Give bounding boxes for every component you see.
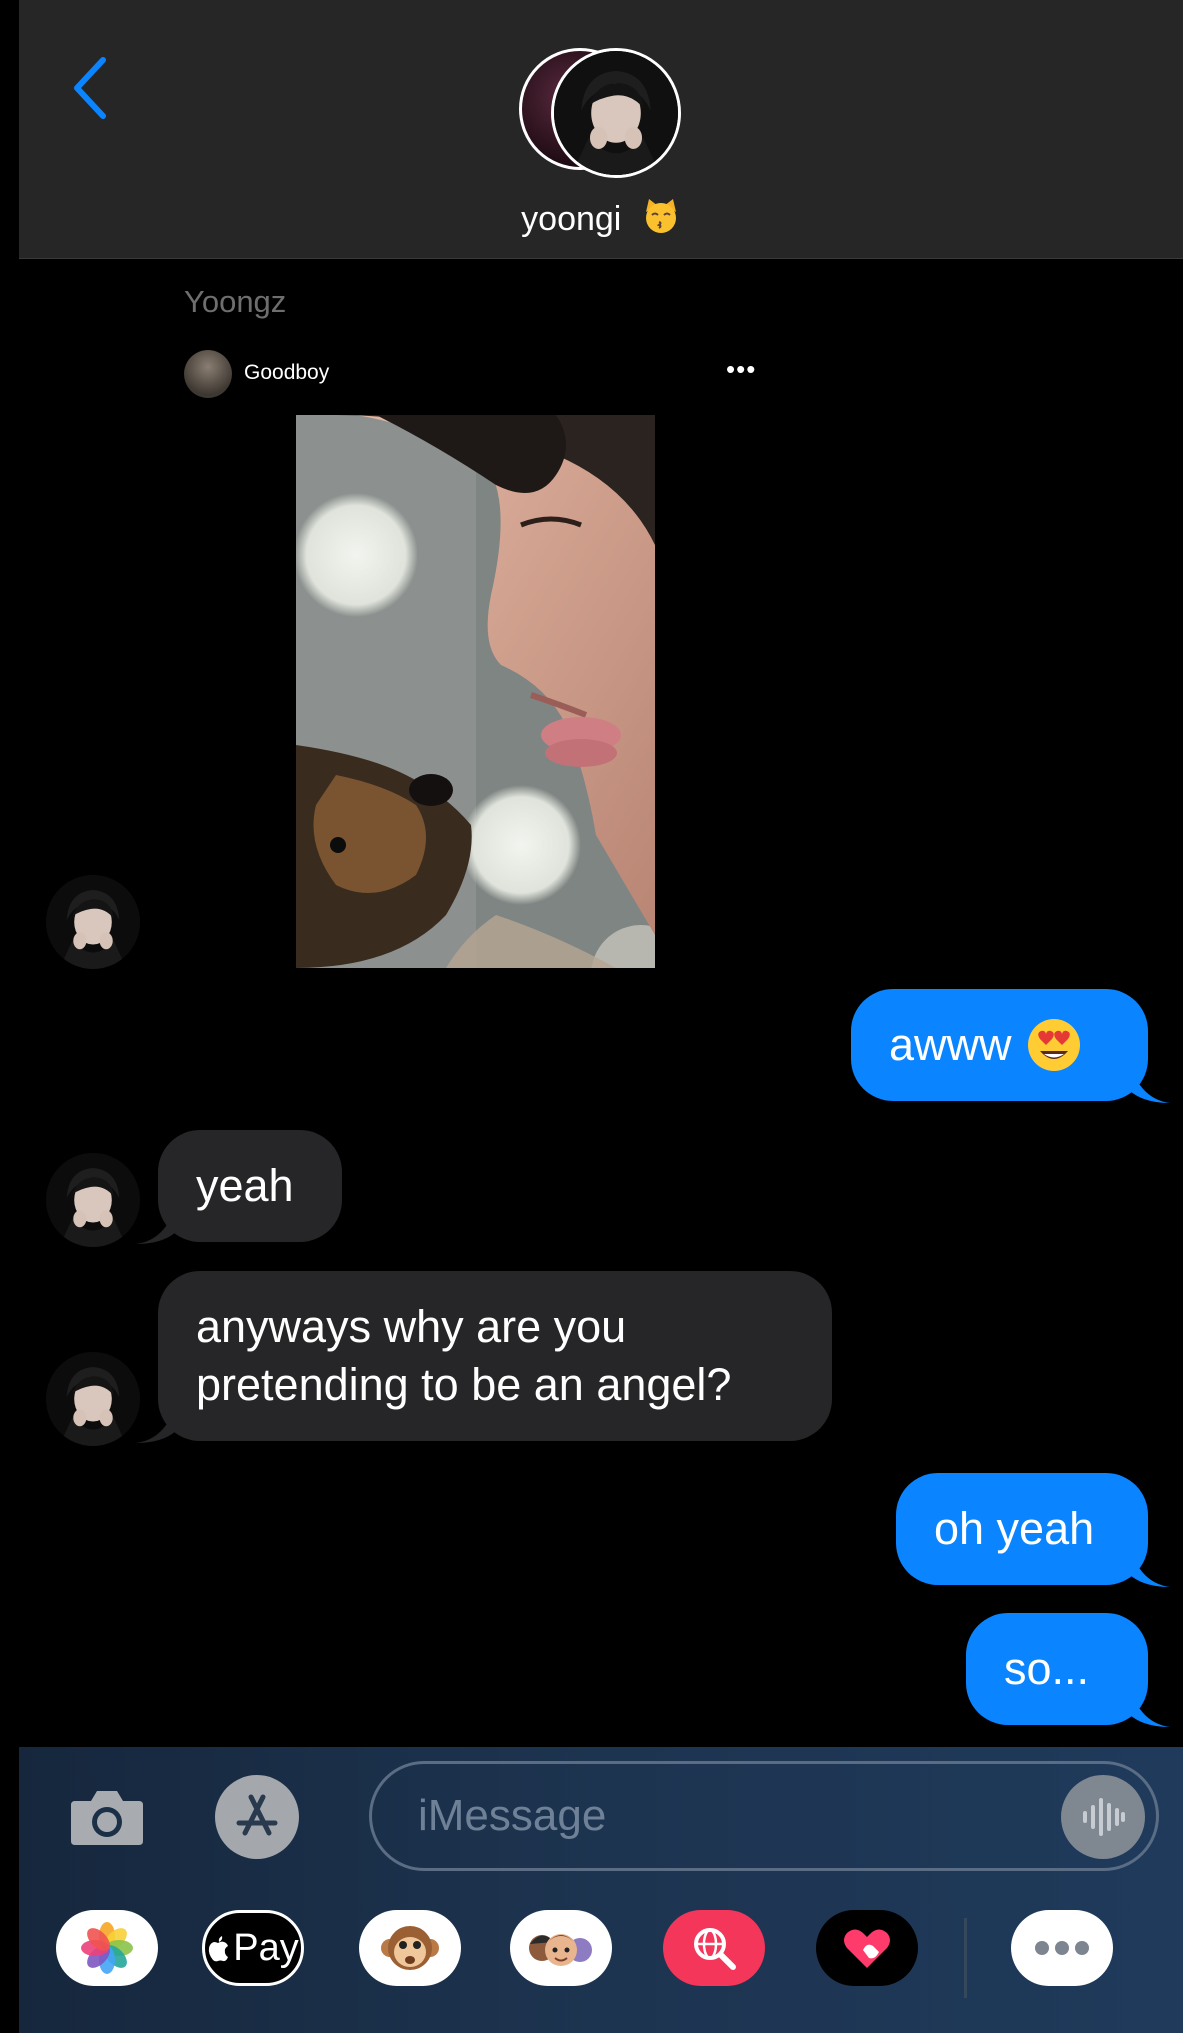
globe-search-icon xyxy=(694,1928,736,1970)
ellipsis-icon[interactable]: ••• xyxy=(726,354,756,385)
app-store-icon xyxy=(236,1794,278,1836)
kissing-cat-face-icon xyxy=(645,199,676,233)
bubble-tail xyxy=(1130,1687,1170,1727)
post-author-avatar[interactable] xyxy=(184,350,232,398)
monkey-animoji-icon xyxy=(381,1926,439,1970)
memoji-app-button[interactable] xyxy=(510,1910,612,1986)
conversation-header: yoongi xyxy=(19,0,1183,259)
memoji-icon xyxy=(529,1934,592,1966)
message-text: oh yeah xyxy=(934,1503,1095,1554)
more-apps-icon xyxy=(1035,1941,1089,1955)
contact-name[interactable]: yoongi xyxy=(19,196,1183,239)
bubble-tail xyxy=(136,1204,176,1244)
incoming-message[interactable]: anyways why are you pretending to be an … xyxy=(136,1271,832,1443)
chevron-left-icon xyxy=(74,57,106,119)
bubble-tail xyxy=(136,1403,176,1443)
shared-post-header[interactable]: Goodboy ••• xyxy=(184,350,764,400)
post-username[interactable]: Goodboy xyxy=(244,361,329,385)
outgoing-message[interactable]: so... xyxy=(966,1613,1170,1727)
sender-name: Yoongz xyxy=(184,284,287,319)
audio-waveform-icon xyxy=(1083,1798,1125,1836)
camera-icon xyxy=(71,1791,143,1845)
message-text: so... xyxy=(1004,1643,1090,1694)
outgoing-message[interactable]: awww xyxy=(851,989,1170,1103)
group-avatar[interactable] xyxy=(519,48,699,178)
sender-avatar[interactable] xyxy=(46,875,140,969)
app-drawer-divider xyxy=(964,1918,967,1998)
shared-post-image[interactable] xyxy=(296,415,655,968)
more-apps-button[interactable] xyxy=(1011,1910,1113,1986)
contact-name-text: yoongi xyxy=(521,200,622,238)
post-photo xyxy=(296,415,655,968)
heart-touch-icon xyxy=(844,1929,890,1968)
apple-pay-icon xyxy=(209,1936,229,1962)
audio-message-button[interactable] xyxy=(1061,1775,1145,1859)
sender-avatar[interactable] xyxy=(46,1352,140,1446)
digital-touch-app-button[interactable] xyxy=(816,1910,918,1986)
app-drawer: Pay xyxy=(19,1910,1183,2020)
avatar-photo xyxy=(46,875,140,969)
message-text: anyways why are you pretending to be an … xyxy=(196,1301,732,1410)
bubble-tail xyxy=(1130,1547,1170,1587)
compose-bar: Pay xyxy=(19,1747,1183,2033)
message-text: yeah xyxy=(196,1160,294,1211)
bubble-tail xyxy=(1130,1063,1170,1103)
photos-icon xyxy=(81,1922,133,1974)
avatar-primary xyxy=(551,48,681,178)
apple-pay-button[interactable]: Pay xyxy=(202,1910,304,1986)
incoming-message[interactable]: yeah xyxy=(136,1130,342,1244)
message-input[interactable] xyxy=(369,1761,1159,1871)
images-search-app-button[interactable] xyxy=(663,1910,765,1986)
message-text: awww xyxy=(889,1019,1012,1070)
camera-button[interactable] xyxy=(67,1777,147,1857)
app-store-button[interactable] xyxy=(215,1775,299,1859)
avatar-photo xyxy=(46,1352,140,1446)
avatar-photo xyxy=(46,1153,140,1247)
back-button[interactable] xyxy=(61,48,121,128)
animoji-app-button[interactable] xyxy=(359,1910,461,1986)
sender-avatar[interactable] xyxy=(46,1153,140,1247)
photos-app-button[interactable] xyxy=(56,1910,158,1986)
outgoing-message[interactable]: oh yeah xyxy=(896,1473,1170,1587)
apple-pay-label: Pay xyxy=(233,1926,299,1969)
heart-eyes-emoji xyxy=(1027,1019,1080,1071)
